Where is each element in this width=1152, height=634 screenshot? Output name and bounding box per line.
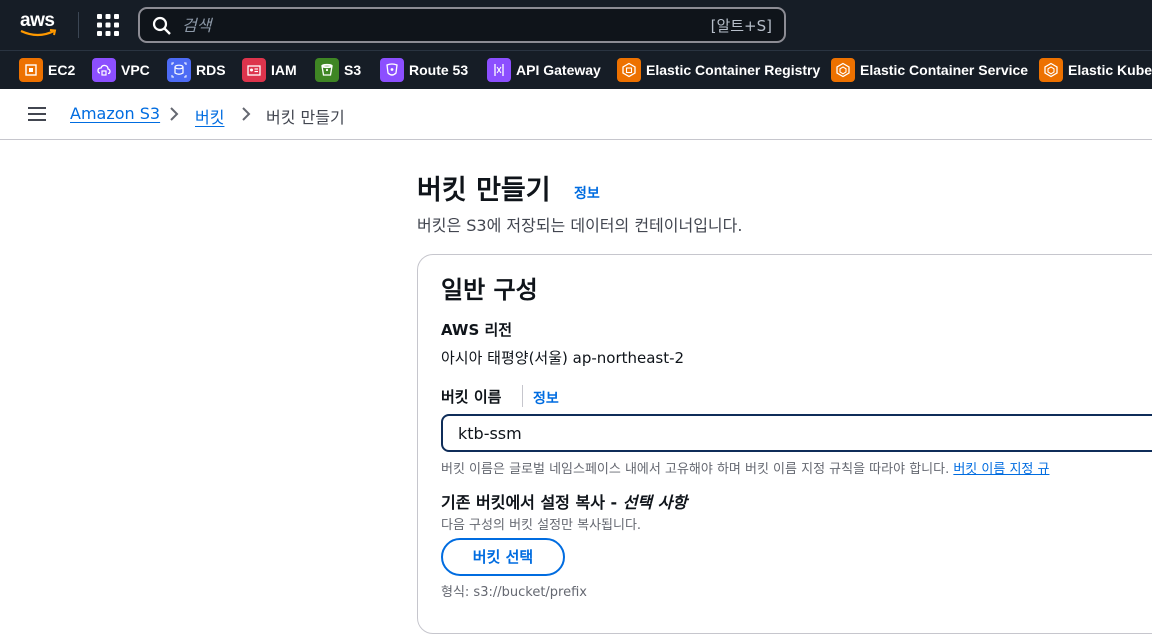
aws-logo[interactable]: aws: [20, 10, 60, 40]
favorites-bar: EC2 VPC RDS IAM S3 Route 53 API Gateway …: [0, 50, 1152, 89]
search-shortcut: [알트+S]: [710, 17, 772, 35]
search-box[interactable]: [알트+S]: [138, 7, 786, 43]
optional-label: 선택 사항: [622, 493, 688, 512]
breadcrumb-buckets[interactable]: 버킷: [195, 104, 224, 128]
copy-settings-description: 다음 구성의 버킷 설정만 복사됩니다.: [441, 518, 642, 533]
bucket-name-label: 버킷 이름: [441, 388, 502, 406]
breadcrumb-amazon-s3[interactable]: Amazon S3: [70, 104, 160, 123]
page-description: 버킷은 S3에 저장되는 데이터의 컨테이너입니다.: [417, 216, 743, 235]
favorite-api-gateway[interactable]: API Gateway: [487, 58, 601, 82]
favorite-ecs[interactable]: Elastic Container Service: [831, 58, 1028, 82]
copy-settings-title: 기존 버킷에서 설정 복사 - 선택 사항: [441, 493, 688, 512]
search-input[interactable]: [182, 13, 662, 37]
favorite-s3[interactable]: S3: [315, 58, 361, 82]
breadcrumb-create-bucket: 버킷 만들기: [266, 108, 345, 127]
naming-rules-link[interactable]: 버킷 이름 지정 규: [953, 462, 1049, 477]
iam-icon: [242, 58, 266, 82]
favorite-vpc[interactable]: VPC: [92, 58, 150, 82]
bucket-name-info-link[interactable]: 정보: [533, 388, 559, 408]
s3-icon: [315, 58, 339, 82]
chevron-right-icon: [242, 107, 251, 121]
label-divider: [522, 385, 523, 407]
favorite-ecr[interactable]: Elastic Container Registry: [617, 58, 820, 82]
nav-divider: [78, 12, 79, 38]
breadcrumb-bar: Amazon S3 버킷 버킷 만들기: [0, 89, 1152, 140]
region-label: AWS 리전: [441, 321, 513, 339]
eks-icon: [1039, 58, 1063, 82]
services-grid-icon[interactable]: [97, 14, 119, 36]
bucket-name-constraint: 버킷 이름은 글로벌 네임스페이스 내에서 고유해야 하며 버킷 이름 지정 규…: [441, 462, 1050, 477]
favorite-rds[interactable]: RDS: [167, 58, 226, 82]
api-gateway-icon: [487, 58, 511, 82]
rds-icon: [167, 58, 191, 82]
menu-icon[interactable]: [28, 107, 48, 123]
title-info-link[interactable]: 정보: [574, 183, 600, 203]
favorite-eks[interactable]: Elastic Kuber: [1039, 58, 1152, 82]
favorite-ec2[interactable]: EC2: [19, 58, 75, 82]
region-value: 아시아 태평양(서울) ap-northeast-2: [441, 349, 685, 367]
select-bucket-button[interactable]: 버킷 선택: [441, 538, 565, 576]
route53-icon: [380, 58, 404, 82]
ecr-icon: [617, 58, 641, 82]
page-title: 버킷 만들기: [417, 175, 551, 206]
top-navigation: aws [알트+S]: [0, 0, 1152, 50]
favorite-iam[interactable]: IAM: [242, 58, 297, 82]
bucket-name-input[interactable]: [441, 414, 1152, 452]
ecs-icon: [831, 58, 855, 82]
search-icon: [152, 16, 171, 35]
favorite-route53[interactable]: Route 53: [380, 58, 468, 82]
panel-title: 일반 구성: [441, 276, 538, 304]
vpc-icon: [92, 58, 116, 82]
ec2-icon: [19, 58, 43, 82]
format-hint: 형식: s3://bucket/prefix: [441, 585, 587, 600]
aws-smile-icon: [20, 29, 57, 37]
chevron-right-icon: [170, 107, 179, 121]
